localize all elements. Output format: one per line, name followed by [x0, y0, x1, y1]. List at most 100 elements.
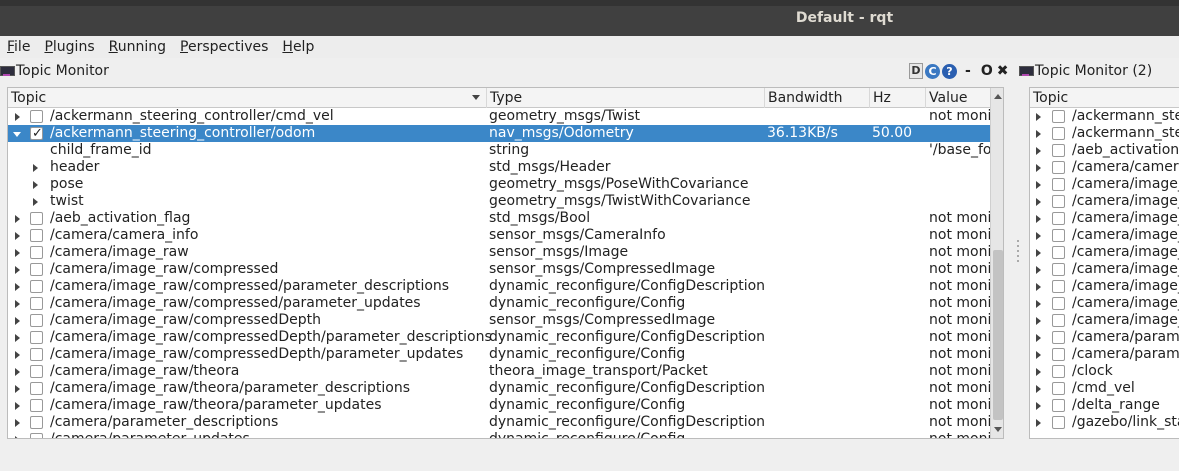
topic-row[interactable]: /ackermann_steering_controller/odom nav_m… — [8, 125, 990, 142]
restore-button[interactable]: O — [981, 63, 993, 79]
monitor-checkbox[interactable] — [30, 382, 43, 395]
topic-row[interactable]: /camera/image_raw/compressedDepth — [1030, 244, 1179, 261]
topic-row[interactable]: /cmd_vel — [1030, 380, 1179, 397]
monitor-checkbox[interactable] — [1052, 127, 1065, 140]
expand-right-icon[interactable] — [1036, 351, 1041, 359]
menu-file[interactable]: File — [7, 39, 30, 55]
expand-right-icon[interactable] — [1036, 215, 1041, 223]
monitor-checkbox[interactable] — [1052, 246, 1065, 259]
topic-row[interactable]: /ackermann_steering_controller/odom — [1030, 125, 1179, 142]
column-topic-2[interactable]: Topic — [1030, 88, 1179, 108]
minimize-button[interactable]: - — [965, 63, 971, 79]
topic-row[interactable]: /aeb_activation_flag — [1030, 142, 1179, 159]
expand-right-icon[interactable] — [1036, 232, 1041, 240]
tree-child-row[interactable]: pose geometry_msgs/PoseWithCovariance — [8, 176, 990, 193]
scroll-down-icon[interactable] — [994, 427, 1002, 432]
expand-right-icon[interactable] — [15, 113, 20, 121]
monitor-checkbox[interactable] — [1052, 263, 1065, 276]
topic-row[interactable]: /camera/camera_info — [1030, 159, 1179, 176]
monitor-checkbox[interactable] — [1052, 178, 1065, 191]
topic-row[interactable]: /camera/parameter_descriptions — [1030, 329, 1179, 346]
expand-right-icon[interactable] — [1036, 130, 1041, 138]
topic-row[interactable]: /camera/image_raw/compressed/parameter_d… — [8, 278, 990, 295]
topic-row[interactable]: /camera/image_raw/compressedDepth/parame… — [8, 329, 990, 346]
dock-d-button[interactable]: D — [909, 63, 923, 79]
reload-button[interactable]: C — [925, 63, 940, 79]
monitor-checkbox[interactable] — [30, 125, 43, 142]
topic-tree-2[interactable]: Topic /ackermann_steering_controller/cmd… — [1029, 87, 1179, 439]
monitor-checkbox[interactable] — [30, 331, 43, 344]
expand-right-icon[interactable] — [15, 419, 20, 427]
expand-right-icon[interactable] — [33, 164, 38, 172]
topic-row[interactable]: /camera/image_raw/theora — [1030, 295, 1179, 312]
topic-row[interactable]: /delta_range — [1030, 397, 1179, 414]
expand-right-icon[interactable] — [15, 334, 20, 342]
scroll-up-icon[interactable] — [994, 94, 1002, 99]
column-bandwidth[interactable]: Bandwidth — [765, 88, 870, 108]
monitor-checkbox[interactable] — [30, 433, 43, 438]
expand-right-icon[interactable] — [15, 266, 20, 274]
topic-row[interactable]: /camera/parameter_updates — [1030, 346, 1179, 363]
monitor-checkbox[interactable] — [30, 280, 43, 293]
monitor-checkbox[interactable] — [30, 246, 43, 259]
monitor-checkbox[interactable] — [30, 416, 43, 429]
expand-right-icon[interactable] — [33, 198, 38, 206]
expand-right-icon[interactable] — [1036, 198, 1041, 206]
expand-right-icon[interactable] — [1036, 164, 1041, 172]
topic-row[interactable]: /camera/image_raw/compressedDepth/parame… — [1030, 261, 1179, 278]
dock-splitter[interactable] — [1016, 240, 1020, 270]
expand-right-icon[interactable] — [1036, 317, 1041, 325]
topic-row[interactable]: /camera/image_raw/compressedDepth sensor_… — [8, 312, 990, 329]
expand-down-icon[interactable] — [13, 132, 21, 137]
close-icon[interactable]: ✖ — [997, 63, 1009, 79]
expand-right-icon[interactable] — [1036, 181, 1041, 189]
menu-perspectives[interactable]: Perspectives — [180, 39, 268, 55]
expand-right-icon[interactable] — [15, 351, 20, 359]
monitor-checkbox[interactable] — [1052, 416, 1065, 429]
monitor-checkbox[interactable] — [30, 212, 43, 225]
window-titlebar[interactable]: Default - rqt — [0, 0, 1179, 36]
monitor-checkbox[interactable] — [30, 297, 43, 310]
expand-right-icon[interactable] — [1036, 334, 1041, 342]
vertical-scrollbar[interactable] — [990, 88, 1003, 438]
expand-right-icon[interactable] — [1036, 266, 1041, 274]
topic-monitor-2-dock-header[interactable]: Topic Monitor (2) — [1019, 60, 1152, 82]
topic-row[interactable]: /camera/image_raw/compressed sensor_msgs/… — [8, 261, 990, 278]
topic-row[interactable]: /camera/image_raw/theora/parameter_descr… — [8, 380, 990, 397]
topic-row[interactable]: /camera/parameter_descriptions dynamic_re… — [8, 414, 990, 431]
topic-row[interactable]: /gazebo/link_states — [1030, 414, 1179, 431]
monitor-checkbox[interactable] — [1052, 110, 1065, 123]
column-hz[interactable]: Hz — [870, 88, 926, 108]
monitor-checkbox[interactable] — [30, 263, 43, 276]
topic-row[interactable]: /camera/image_raw — [1030, 176, 1179, 193]
expand-right-icon[interactable] — [1036, 402, 1041, 410]
topic-row[interactable]: /camera/camera_info sensor_msgs/CameraInf… — [8, 227, 990, 244]
monitor-checkbox[interactable] — [1052, 297, 1065, 310]
monitor-checkbox[interactable] — [1052, 229, 1065, 242]
monitor-checkbox[interactable] — [1052, 399, 1065, 412]
monitor-checkbox[interactable] — [1052, 331, 1065, 344]
topic-row[interactable]: /camera/image_raw/theora/parameter_updat… — [8, 397, 990, 414]
topic-row[interactable]: /camera/image_raw/compressed/parameter_d… — [1030, 210, 1179, 227]
topic-row[interactable]: /aeb_activation_flag std_msgs/Bool not mon… — [8, 210, 990, 227]
monitor-checkbox[interactable] — [1052, 314, 1065, 327]
topic-row[interactable]: /ackermann_steering_controller/cmd_vel ge… — [8, 108, 990, 125]
monitor-checkbox[interactable] — [1052, 382, 1065, 395]
topic-row[interactable]: /camera/image_raw/compressed/parameter_u… — [1030, 227, 1179, 244]
expand-right-icon[interactable] — [1036, 419, 1041, 427]
menu-plugins[interactable]: Plugins — [44, 39, 94, 55]
expand-right-icon[interactable] — [15, 368, 20, 376]
tree-child-row[interactable]: child_frame_id string '/base_fo — [8, 142, 990, 159]
expand-right-icon[interactable] — [1036, 147, 1041, 155]
expand-right-icon[interactable] — [15, 283, 20, 291]
expand-right-icon[interactable] — [1036, 249, 1041, 257]
monitor-checkbox[interactable] — [1052, 161, 1065, 174]
topic-row[interactable]: /camera/image_raw/compressed — [1030, 193, 1179, 210]
monitor-checkbox[interactable] — [30, 399, 43, 412]
expand-right-icon[interactable] — [1036, 283, 1041, 291]
column-type[interactable]: Type — [487, 88, 765, 108]
topic-row[interactable]: /clock — [1030, 363, 1179, 380]
menu-help[interactable]: Help — [282, 39, 314, 55]
column-value[interactable]: Value — [926, 88, 990, 108]
expand-right-icon[interactable] — [1036, 113, 1041, 121]
